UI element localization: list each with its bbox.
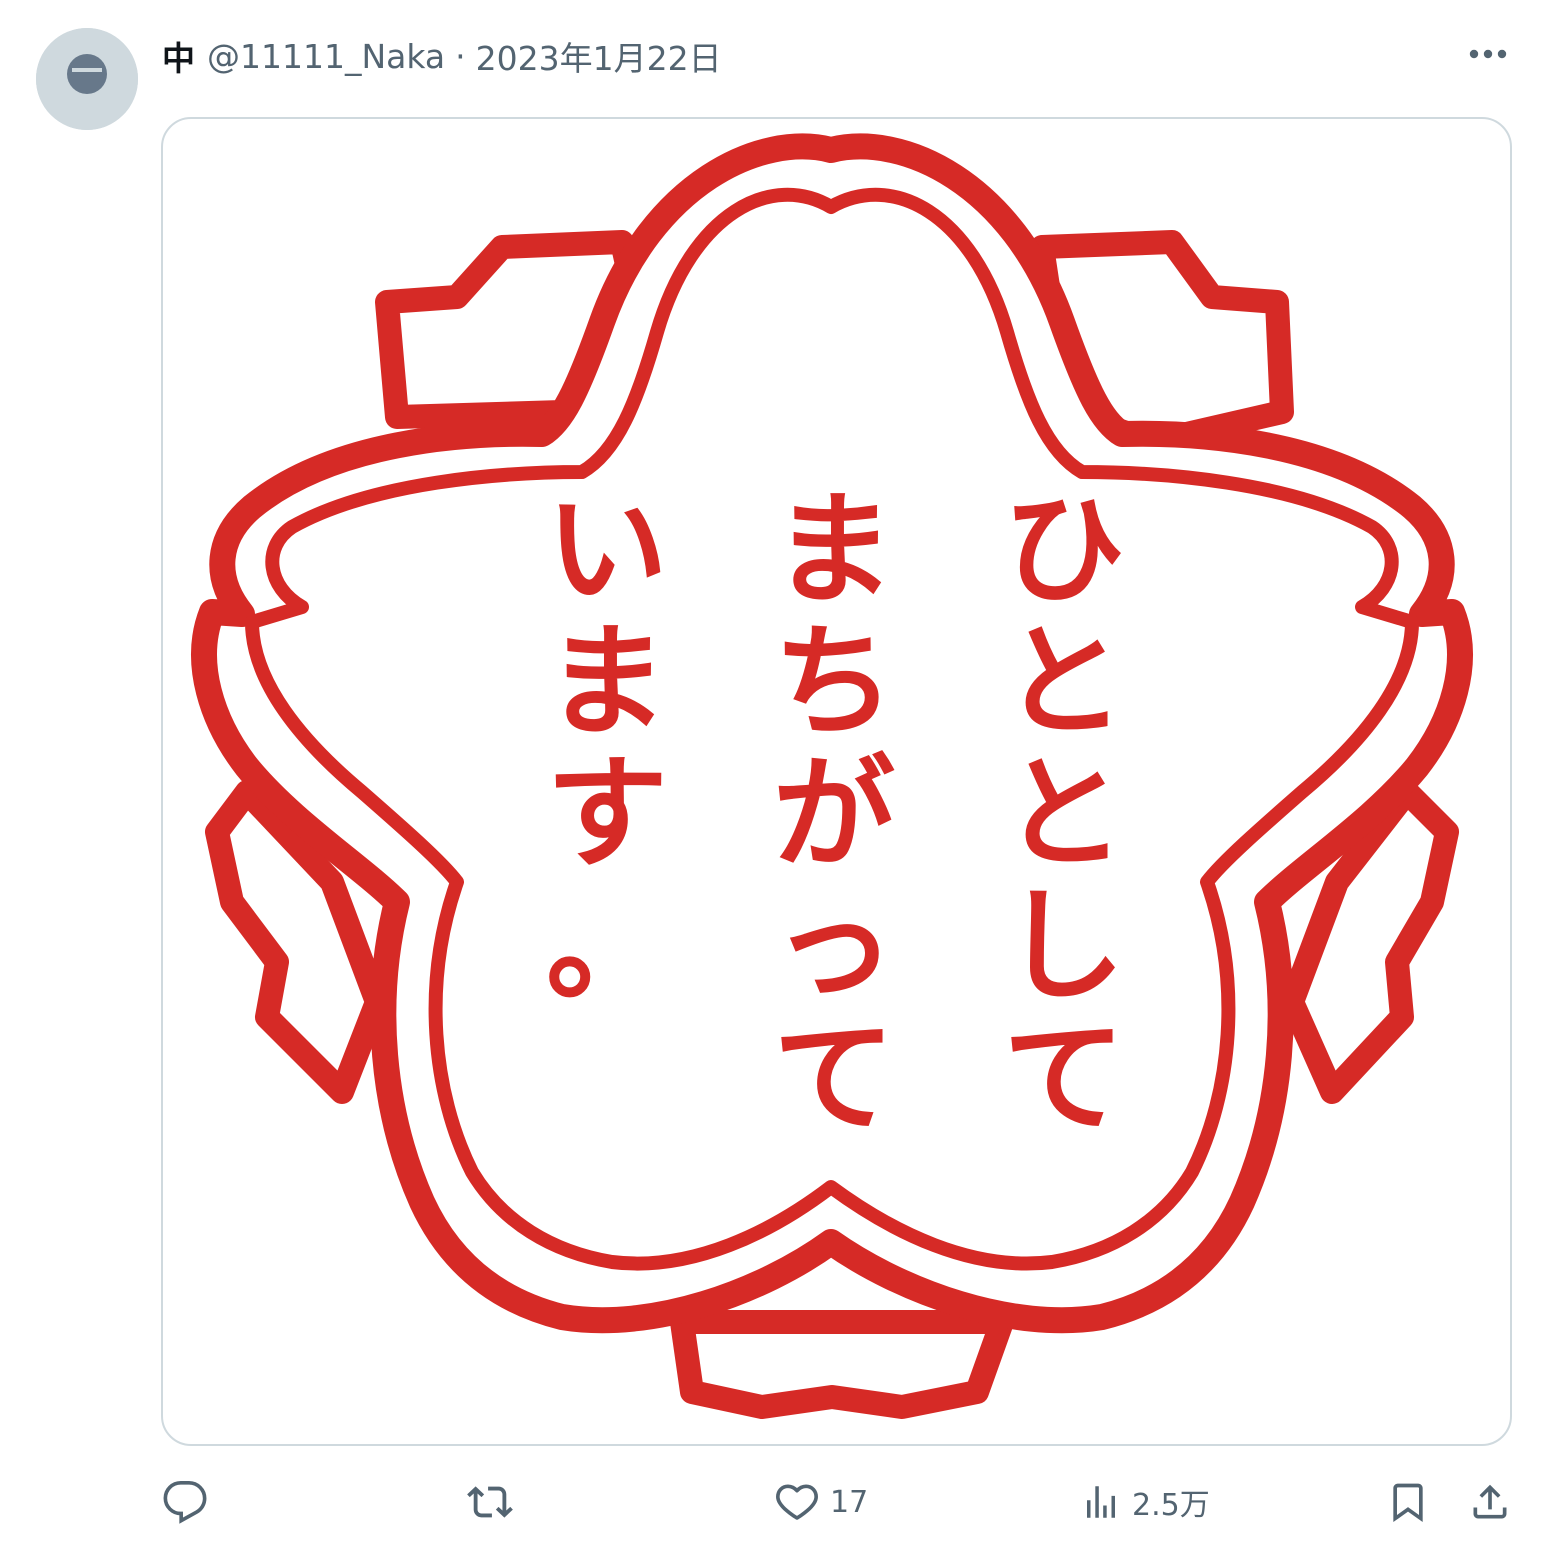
- bookmark-button[interactable]: [1386, 1466, 1430, 1538]
- stamp-glyph: っ: [773, 875, 895, 1017]
- stamp-line-3: います。: [546, 479, 668, 1017]
- views-button[interactable]: 2.5万: [1080, 1466, 1210, 1538]
- like-button[interactable]: 17: [774, 1466, 868, 1538]
- heart-icon: [776, 1484, 818, 1520]
- stamp-line-2: まちがって: [773, 479, 895, 1149]
- sakura-emblem: ひととしてまちがっています。: [191, 133, 1473, 1419]
- stamp-glyph: が: [773, 743, 895, 885]
- display-name[interactable]: 中: [162, 32, 195, 80]
- stamp-line-1: ひととして: [1003, 479, 1125, 1149]
- default-profile-icon: [36, 28, 138, 130]
- stamp-glyph: と: [1003, 743, 1125, 885]
- views-icon: [1087, 1486, 1115, 1518]
- stamp-glyph: ち: [773, 611, 895, 753]
- tweet-media[interactable]: ひととしてまちがっています。: [161, 117, 1512, 1446]
- stamp-glyph: す: [546, 743, 668, 885]
- stamp-glyph: ひ: [1003, 479, 1125, 621]
- more-horizontal-icon: [1469, 49, 1507, 59]
- stamp-glyph: て: [773, 1007, 895, 1149]
- retweet-button[interactable]: [466, 1466, 514, 1538]
- stamp-glyph: し: [1003, 875, 1125, 1017]
- stamp-glyph: ま: [773, 479, 895, 621]
- stamp-glyph: て: [1003, 1007, 1125, 1149]
- share-icon: [1473, 1484, 1507, 1519]
- stamp-glyph: 。: [546, 875, 668, 1017]
- retweet-icon: [467, 1486, 513, 1518]
- stamp-glyph: ま: [546, 611, 668, 753]
- separator: ·: [455, 36, 466, 76]
- tweet-header: 中 @11111_Naka · 2023年1月22日: [162, 30, 722, 82]
- stamp-glyph: い: [546, 479, 668, 621]
- stamp-glyph: と: [1003, 611, 1125, 753]
- more-button[interactable]: [1462, 32, 1514, 76]
- tweet-date[interactable]: 2023年1月22日: [476, 32, 722, 80]
- reply-icon: [163, 1481, 207, 1524]
- views-count: 2.5万: [1132, 1488, 1210, 1523]
- action-bar: 17 2.5万: [0, 1466, 1558, 1538]
- reply-button[interactable]: [162, 1466, 208, 1538]
- bookmark-icon: [1393, 1483, 1423, 1523]
- avatar[interactable]: [36, 28, 138, 130]
- like-count: 17: [830, 1484, 869, 1520]
- share-button[interactable]: [1468, 1466, 1512, 1538]
- user-handle[interactable]: @11111_Naka: [207, 37, 445, 76]
